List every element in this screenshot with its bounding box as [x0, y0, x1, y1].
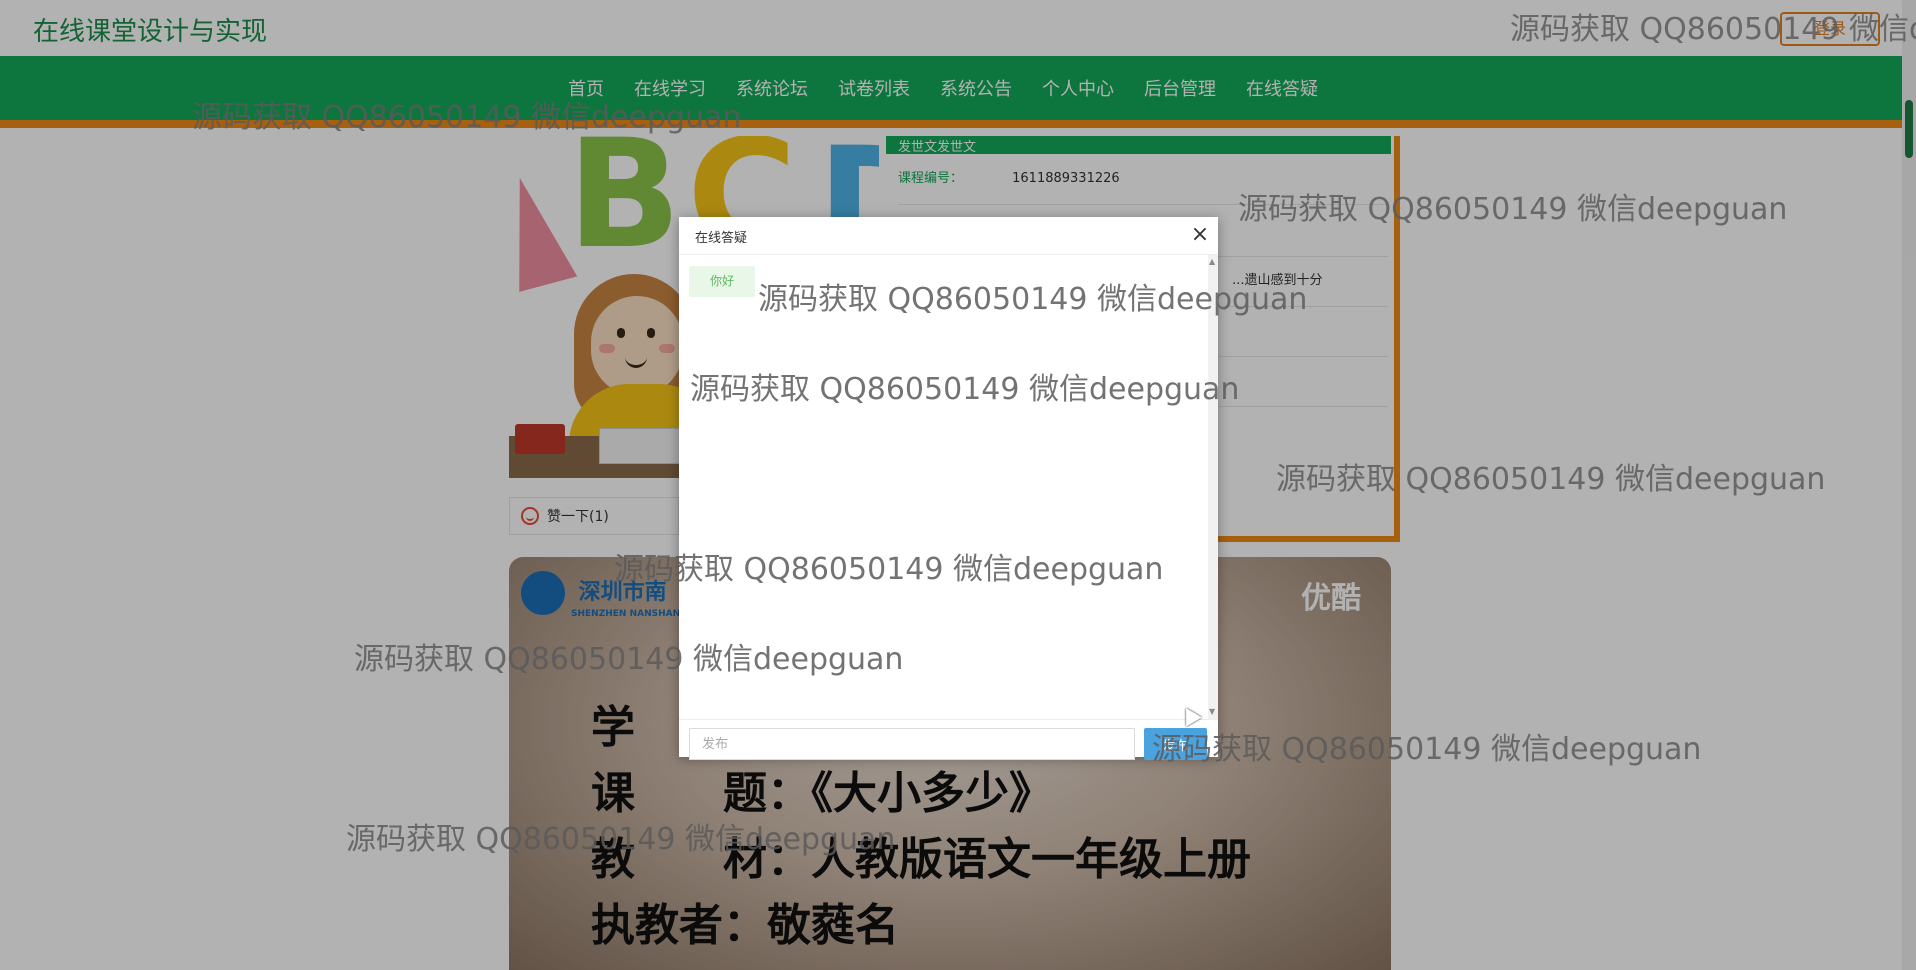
- dialog-header: 在线答疑 ×: [679, 217, 1218, 255]
- watermark-text: 源码获取 QQ86050149 微信deepguan: [1152, 732, 1702, 767]
- chat-message: 你好: [689, 266, 755, 297]
- chat-input-row: 发布: [679, 719, 1218, 760]
- watermark-text: 源码获取 QQ86050149 微信deepguan: [614, 552, 1164, 587]
- page: 在线课堂设计与实现 登录 首页 在线学习 系统论坛 试卷列表 系统公告 个人中心…: [0, 0, 1916, 970]
- watermark-text: 源码获取 QQ86050149 微信deepguan: [1238, 192, 1788, 227]
- watermark-text: 源码获取 QQ86050149 微信deepguan: [758, 282, 1308, 317]
- watermark-text: 源码获取 QQ86050149 微信deepguan: [690, 372, 1240, 407]
- watermark-text: 源码获取 QQ86050149 微信deepguan: [192, 100, 742, 135]
- close-icon[interactable]: ×: [1188, 223, 1212, 247]
- scroll-up-icon[interactable]: ▲: [1209, 257, 1215, 266]
- watermark-text: 源码获取 QQ86050149 微信deepguan: [346, 822, 896, 857]
- dialog-title: 在线答疑: [695, 231, 748, 246]
- chat-message-input[interactable]: [689, 728, 1135, 760]
- scroll-down-icon[interactable]: ▼: [1209, 707, 1215, 716]
- watermark-text: 源码获取 QQ86050149 微信deepguan: [1276, 462, 1826, 497]
- watermark-text: 源码获取 QQ86050149 微信deepguan: [1510, 12, 1916, 47]
- watermark-text: 源码获取 QQ86050149 微信deepguan: [354, 642, 904, 677]
- chat-scrollbar[interactable]: ▲ ▼: [1208, 255, 1218, 719]
